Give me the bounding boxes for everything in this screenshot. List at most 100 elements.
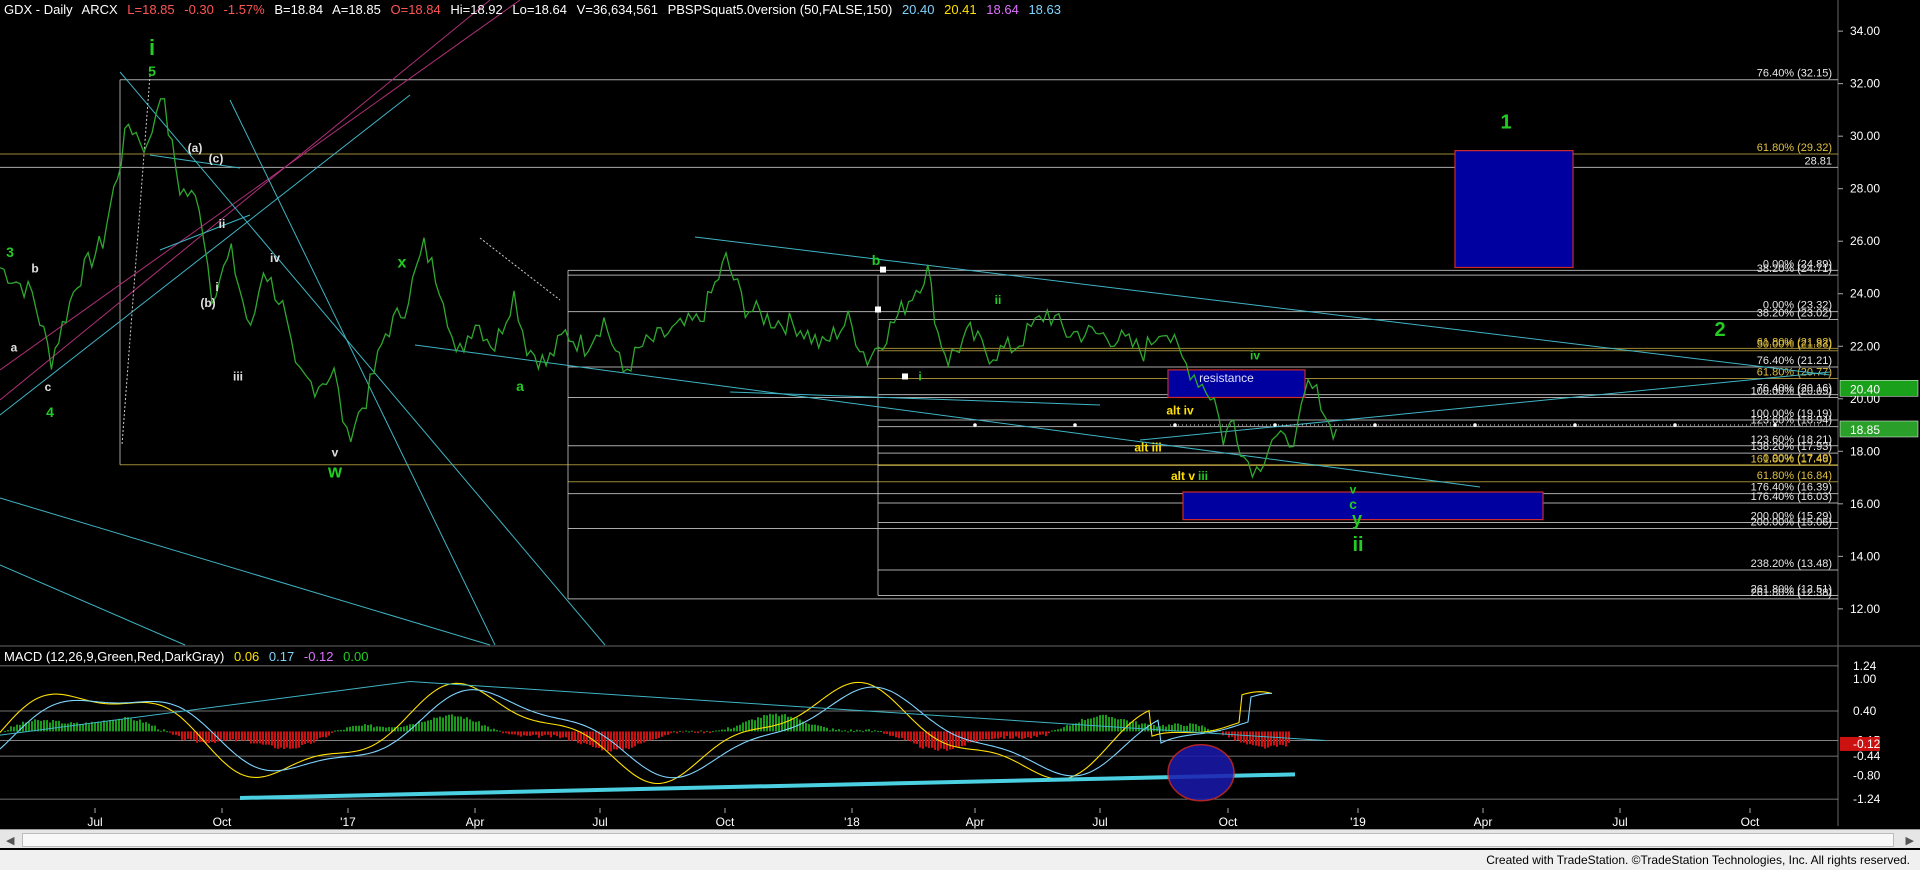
macd-histogram-bar — [400, 726, 402, 732]
macd-histogram-bar — [772, 714, 774, 732]
macd-histogram-bar — [640, 731, 642, 744]
macd-histogram-bar — [220, 731, 222, 740]
macd-histogram-bar — [478, 721, 480, 732]
macd-histogram-bar — [844, 730, 846, 732]
bid-value: B=18.84 — [274, 2, 324, 17]
macd-histogram-bar — [892, 731, 894, 736]
price-tick-label: 34.00 — [1850, 24, 1880, 38]
time-tick-label: Apr — [466, 815, 485, 829]
macd-histogram-bar — [1285, 731, 1287, 747]
macd-histogram-bar — [763, 715, 765, 732]
macd-histogram-bar — [1045, 731, 1047, 737]
macd-histogram-bar — [1198, 726, 1200, 732]
macd-histogram-bar — [556, 731, 558, 737]
macd-histogram-bar — [595, 731, 597, 748]
macd-histogram-bar — [16, 724, 18, 732]
wave-label: c — [45, 380, 52, 394]
grid-layer — [0, 0, 1920, 826]
macd-label: MACD (12,26,9,Green,Red,DarkGray) — [4, 649, 225, 664]
macd-histogram-bar — [157, 729, 159, 732]
macd-histogram-bar — [247, 731, 249, 741]
macd-histogram-bar — [994, 731, 996, 739]
macd-histogram-bar — [517, 731, 519, 736]
target-marker — [1773, 423, 1777, 427]
scroll-right-icon[interactable]: ▶ — [1906, 834, 1914, 847]
macd-histogram-bar — [70, 722, 72, 732]
macd-histogram-bar — [1240, 731, 1242, 743]
macd-histogram-bar — [94, 722, 96, 732]
macd-value-1: 0.06 — [233, 649, 260, 664]
macd-histogram-bar — [178, 731, 180, 737]
macd-histogram-bar — [379, 726, 381, 732]
wave-label: alt iii — [1134, 440, 1161, 454]
wave-label: alt iv — [1166, 404, 1194, 418]
macd-histogram-bar — [1066, 725, 1068, 732]
macd-histogram-bar — [46, 720, 48, 732]
time-tick-label: '19 — [1350, 815, 1366, 829]
macd-histogram-bar — [151, 725, 153, 732]
macd-histogram-bar — [505, 731, 507, 734]
macd-histogram-bar — [871, 731, 873, 733]
change-value: -0.30 — [184, 2, 214, 17]
macd-histogram-bar — [898, 731, 900, 739]
macd-histogram-bar — [292, 731, 294, 749]
macd-histogram-bar — [682, 731, 684, 733]
macd-histogram-bar — [571, 731, 573, 742]
trend-channels-layer — [0, 0, 1831, 646]
macd-histogram-bar — [874, 730, 876, 732]
macd-histogram-bar — [430, 719, 432, 732]
macd-histogram-bar — [877, 730, 879, 732]
macd-histogram-bar — [262, 731, 264, 745]
scroll-thumb[interactable] — [22, 833, 1894, 847]
indicator-value-2: 20.41 — [944, 2, 977, 17]
macd-histogram-bar — [1153, 725, 1155, 732]
horizontal-scrollbar[interactable]: ◀ ▶ — [0, 829, 1920, 848]
macd-histogram-bar — [190, 731, 192, 740]
macd-histogram-bar — [442, 717, 444, 732]
macd-histogram-bar — [730, 728, 732, 732]
fib-label: 76.40% (21.21) — [1757, 355, 1832, 367]
fib-label: 200.00% (15.06) — [1751, 517, 1832, 529]
macd-histogram-bar — [868, 729, 870, 732]
macd-histogram-bar — [925, 731, 927, 747]
wave-label: ii — [995, 293, 1002, 307]
macd-histogram-bar — [82, 723, 84, 732]
macd-histogram-bar — [748, 720, 750, 732]
macd-histogram-bar — [643, 731, 645, 743]
fib-label: 61.80% (16.84) — [1757, 470, 1832, 482]
macd-histogram-bar — [1057, 729, 1059, 732]
macd-histogram-bar — [940, 731, 942, 749]
time-axis-layer: Jul Oct '17 Apr Jul Oct '18 Apr Jul Oct '19 Apr Jul O… — [87, 808, 1760, 829]
price-tick-label: 14.00 — [1850, 549, 1880, 563]
wave-label: b — [872, 252, 881, 268]
macd-histogram-bar — [100, 721, 102, 732]
macd-histogram-bar — [736, 725, 738, 732]
fib-label: 50.00% (21.83) — [1757, 339, 1832, 351]
macd-histogram-bar — [514, 731, 516, 735]
macd-panel-layer: 1.241.000.40-0.15-0.12-0.44-0.80-1.24 — [0, 659, 1881, 806]
macd-histogram-bar — [205, 731, 207, 744]
time-tick-label: Apr — [1474, 815, 1493, 829]
macd-histogram-bar — [1186, 725, 1188, 732]
macd-histogram-bar — [1105, 714, 1107, 732]
macd-histogram-bar — [349, 726, 351, 732]
macd-histogram-bar — [919, 731, 921, 748]
macd-histogram-bar — [493, 728, 495, 732]
macd-histogram-bar — [1246, 731, 1248, 745]
macd-histogram-bar — [1177, 723, 1179, 732]
volume-value: V=36,634,561 — [576, 2, 658, 17]
fib-label: 238.20% (13.48) — [1751, 558, 1832, 570]
macd-histogram-bar — [667, 731, 669, 735]
macd-histogram-bar — [208, 731, 210, 743]
macd-histogram-bar — [697, 731, 699, 734]
macd-histogram-bar — [1261, 731, 1263, 747]
macd-histogram-bar — [988, 731, 990, 740]
target-marker — [1273, 423, 1277, 427]
wave-label: x — [398, 254, 407, 271]
target-box — [1454, 150, 1574, 269]
macd-histogram-bar — [631, 731, 633, 748]
macd-histogram-bar — [484, 725, 486, 732]
scroll-left-icon[interactable]: ◀ — [6, 834, 14, 847]
price-chart[interactable]: 76.40% (32.15)61.80% (29.32)28.810.00% (… — [0, 0, 1920, 870]
macd-histogram-bar — [7, 729, 9, 732]
